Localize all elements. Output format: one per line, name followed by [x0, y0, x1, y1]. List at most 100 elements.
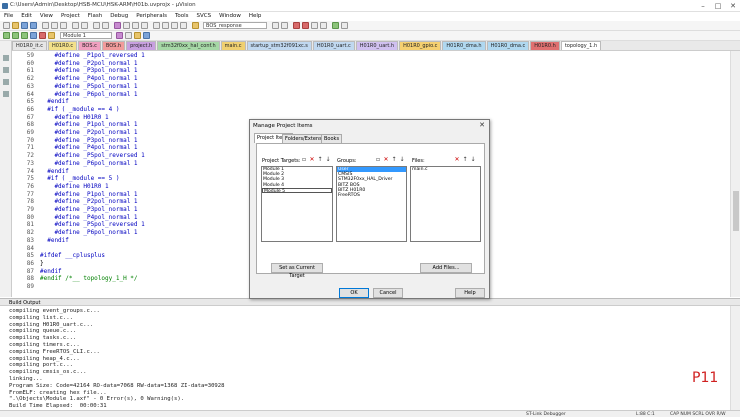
file-tab[interactable]: BOS.h — [101, 41, 126, 50]
books-panel-icon[interactable] — [3, 67, 9, 73]
menu-flash[interactable]: Flash — [84, 12, 106, 21]
paste-icon[interactable] — [60, 22, 67, 29]
next-bookmark-icon[interactable] — [132, 22, 139, 29]
tab-books[interactable]: Books — [321, 134, 343, 143]
menu-tools[interactable]: Tools — [171, 12, 193, 21]
save-all-icon[interactable] — [30, 22, 37, 29]
save-icon[interactable] — [21, 22, 28, 29]
undo-icon[interactable] — [72, 22, 79, 29]
file-tab[interactable]: project.h — [126, 41, 157, 50]
move-group-down-icon[interactable]: ↓ — [399, 157, 405, 163]
file-tab[interactable]: H01R0_dma.h — [442, 41, 486, 50]
prev-bookmark-icon[interactable] — [123, 22, 130, 29]
incremental-find-icon[interactable] — [281, 22, 288, 29]
target-options-icon[interactable] — [116, 32, 123, 39]
build-output-pane[interactable]: compiling event_groups.c... compiling lis… — [0, 306, 730, 410]
manage-project-items-icon[interactable] — [134, 32, 141, 39]
maximize-button[interactable]: □ — [711, 1, 725, 11]
open-folder-icon[interactable] — [12, 22, 19, 29]
project-panel-icon[interactable] — [3, 55, 9, 61]
file-tab[interactable]: H01R0_uart.h — [355, 41, 399, 50]
group-item[interactable]: FreeRTOS — [337, 193, 406, 198]
move-file-down-icon[interactable]: ↓ — [470, 157, 476, 163]
menu-project[interactable]: Project — [57, 12, 84, 21]
file-tab[interactable]: BOS.c — [78, 41, 101, 50]
new-target-icon[interactable]: ▫ — [301, 157, 307, 163]
select-packs-icon[interactable] — [143, 32, 150, 39]
nav-back-icon[interactable] — [93, 22, 100, 29]
target-select[interactable]: Module 1 — [60, 32, 112, 39]
menu-svcs[interactable]: SVCS — [193, 12, 216, 21]
menu-edit[interactable]: Edit — [17, 12, 36, 21]
editor-vertical-scrollbar[interactable] — [730, 51, 740, 297]
close-window-button[interactable]: ✕ — [726, 1, 740, 11]
add-files-button[interactable]: Add Files... — [420, 263, 472, 273]
file-tab[interactable]: H01R0.h — [530, 41, 560, 50]
clear-bookmarks-icon[interactable] — [141, 22, 148, 29]
download-icon[interactable] — [48, 32, 55, 39]
disable-breakpoint-icon[interactable] — [311, 22, 318, 29]
file-tab[interactable]: main.c — [220, 41, 246, 50]
kill-breakpoints-icon[interactable] — [320, 22, 327, 29]
ok-button[interactable]: OK — [339, 288, 369, 298]
menu-view[interactable]: View — [36, 12, 57, 21]
build-output-scrollbar[interactable] — [730, 306, 740, 410]
file-tab[interactable]: startup_stm32f091xc.s — [246, 41, 312, 50]
move-target-down-icon[interactable]: ↓ — [325, 157, 331, 163]
move-group-up-icon[interactable]: ↑ — [391, 157, 397, 163]
find-in-files-icon[interactable] — [192, 22, 199, 29]
line-number: 83 — [26, 236, 34, 244]
move-target-up-icon[interactable]: ↑ — [317, 157, 323, 163]
menu-debug[interactable]: Debug — [106, 12, 132, 21]
bookmark-icon[interactable] — [114, 22, 121, 29]
file-extensions-icon[interactable] — [125, 32, 132, 39]
batch-build-icon[interactable] — [30, 32, 37, 39]
file-tab[interactable]: H01R0_gpio.c — [399, 41, 442, 50]
set-as-current-target-button[interactable]: Set as Current Target — [271, 263, 323, 279]
translate-icon[interactable] — [3, 32, 10, 39]
target-item-editing[interactable]: Module 5 — [262, 187, 332, 194]
rebuild-icon[interactable] — [21, 32, 28, 39]
new-file-icon[interactable] — [3, 22, 10, 29]
menu-peripherals[interactable]: Peripherals — [132, 12, 171, 21]
uncomment-icon[interactable] — [180, 22, 187, 29]
window-layout-icon[interactable] — [332, 22, 339, 29]
cancel-button[interactable]: Cancel — [373, 288, 403, 298]
move-file-up-icon[interactable]: ↑ — [462, 157, 468, 163]
help-button[interactable]: Help — [455, 288, 485, 298]
menu-help[interactable]: Help — [245, 12, 266, 21]
copy-icon[interactable] — [51, 22, 58, 29]
minimize-button[interactable]: – — [696, 1, 710, 11]
templates-panel-icon[interactable] — [3, 91, 9, 97]
configure-icon[interactable] — [341, 22, 348, 29]
unindent-icon[interactable] — [162, 22, 169, 29]
find-icon[interactable] — [272, 22, 279, 29]
file-tab[interactable]: H01R0.c — [47, 41, 78, 50]
cut-icon[interactable] — [42, 22, 49, 29]
new-group-icon[interactable]: ▫ — [375, 157, 381, 163]
debug-start-icon[interactable] — [293, 22, 300, 29]
file-item[interactable]: main.c — [411, 167, 480, 172]
build-icon[interactable] — [12, 32, 19, 39]
breakpoint-icon[interactable] — [302, 22, 309, 29]
find-combo[interactable]: BOS_response — [203, 22, 267, 29]
comment-icon[interactable] — [171, 22, 178, 29]
delete-file-icon[interactable]: ✕ — [454, 157, 460, 163]
file-tab[interactable]: H01R0_dma.c — [486, 41, 530, 50]
code-text: #define H01R0 1 — [40, 182, 109, 190]
menu-window[interactable]: Window — [215, 12, 245, 21]
menu-file[interactable]: File — [0, 12, 17, 21]
dialog-close-icon[interactable]: ✕ — [479, 121, 485, 129]
file-tab[interactable]: topology_1.h — [560, 41, 602, 50]
indent-icon[interactable] — [153, 22, 160, 29]
stop-build-icon[interactable] — [39, 32, 46, 39]
functions-panel-icon[interactable] — [3, 79, 9, 85]
delete-target-icon[interactable]: ✕ — [309, 157, 315, 163]
nav-forward-icon[interactable] — [102, 22, 109, 29]
delete-group-icon[interactable]: ✕ — [383, 157, 389, 163]
file-tab[interactable]: stm32f0xx_hal_conf.h — [157, 41, 220, 50]
redo-icon[interactable] — [81, 22, 88, 29]
editor-scroll-thumb[interactable] — [733, 191, 739, 231]
file-tab[interactable]: H01R0_uart.c — [312, 41, 355, 50]
file-tab[interactable]: H01R0_it.c — [12, 41, 47, 50]
